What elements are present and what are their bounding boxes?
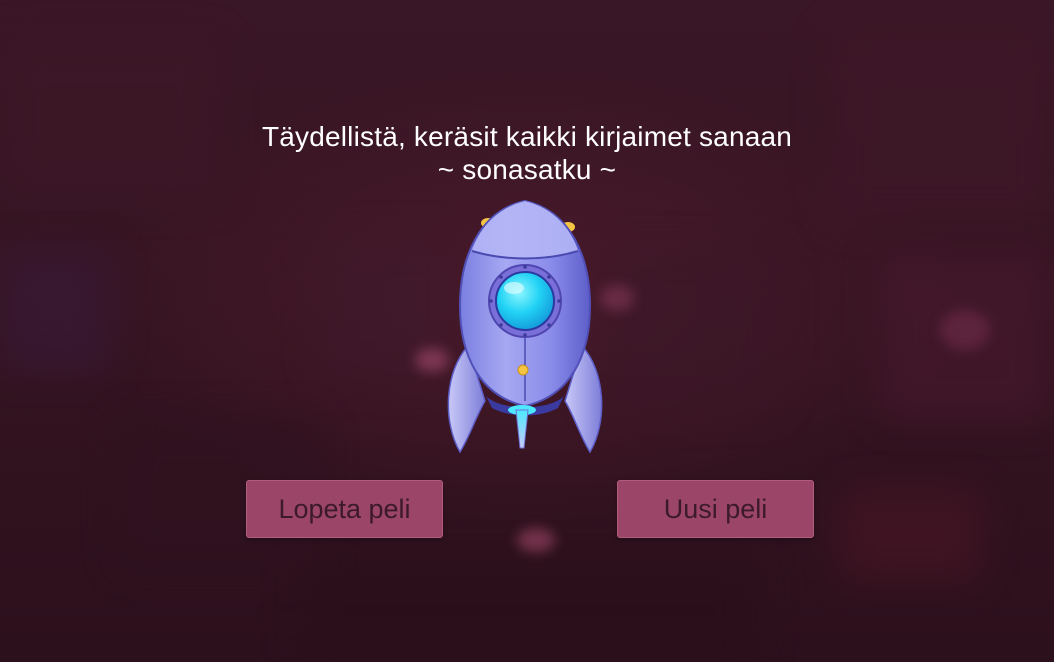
quit-game-label: Lopeta peli (278, 494, 411, 524)
background-light (517, 528, 555, 552)
completion-message-line: Täydellistä, keräsit kaikki kirjaimet sa… (261, 121, 793, 152)
game-over-screen: Täydellistä, keräsit kaikki kirjaimet sa… (0, 0, 1054, 662)
background-block (0, 250, 110, 370)
new-game-label: Uusi peli (663, 494, 768, 524)
rocket-icon (447, 199, 603, 454)
completion-message: Täydellistä, keräsit kaikki kirjaimet sa… (0, 120, 1054, 186)
background-block (300, 560, 760, 660)
quit-game-button[interactable]: Lopeta peli (246, 480, 443, 538)
target-word: ~ sonasatku ~ (437, 154, 617, 185)
new-game-button[interactable]: Uusi peli (617, 480, 814, 538)
background-block (600, 250, 780, 410)
background-light (940, 310, 990, 350)
background-block (840, 490, 980, 580)
